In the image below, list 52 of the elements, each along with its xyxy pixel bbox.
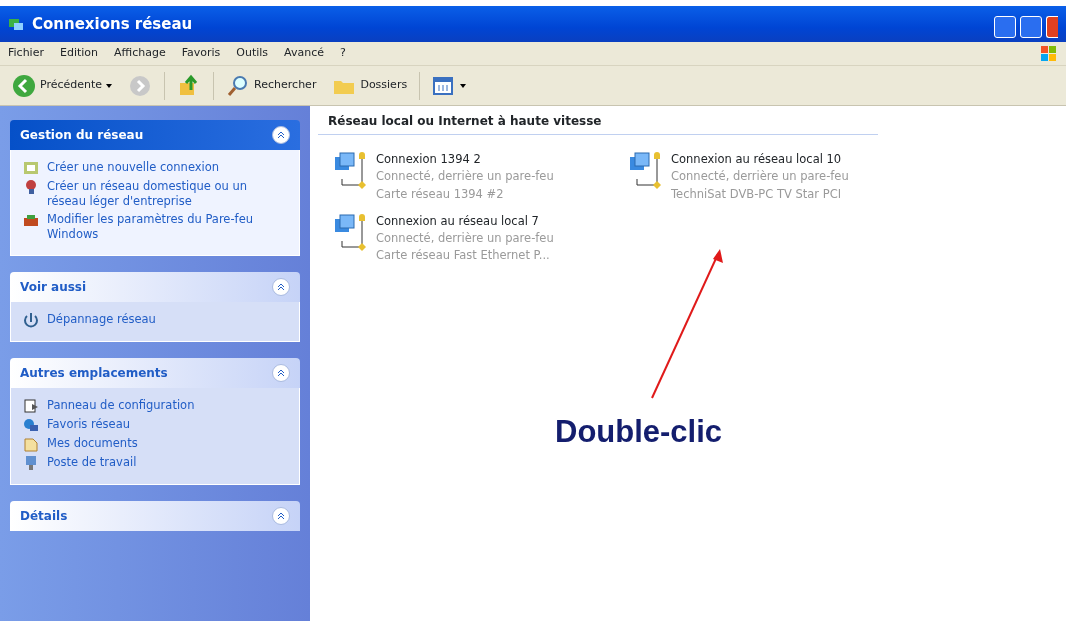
dropdown-caret-icon — [106, 83, 113, 88]
menu-item[interactable]: Favoris — [181, 45, 221, 62]
connection-status: Connecté, derrière un pare-feu — [376, 168, 554, 186]
menu-item[interactable]: Outils — [236, 45, 269, 62]
task-link[interactable]: Panneau de configuration — [47, 398, 195, 414]
documents-icon — [23, 436, 39, 452]
collapse-chevron-icon[interactable] — [272, 126, 290, 144]
task-link[interactable]: Créer une nouvelle connexion — [47, 160, 220, 176]
collapse-chevron-icon[interactable] — [272, 507, 290, 525]
menu-item[interactable]: Fichier — [8, 45, 44, 62]
folders-button[interactable]: Dossiers — [328, 69, 412, 102]
task-link[interactable]: Dépannage réseau — [47, 312, 156, 328]
menu-item[interactable]: Edition — [59, 45, 98, 62]
menu-item[interactable]: Avancé — [284, 45, 324, 62]
minimize-button[interactable] — [994, 16, 1016, 38]
group-heading: Réseau local ou Internet à haute vitesse — [318, 106, 878, 135]
annotation-label: Double-clic — [555, 413, 723, 451]
task-link[interactable]: Favoris réseau — [47, 417, 130, 433]
panel-title[interactable]: Voir aussi — [20, 278, 87, 296]
task-link[interactable]: Poste de travail — [47, 455, 137, 471]
window-title: Connexions réseau — [32, 13, 193, 35]
connection-device: TechniSat DVB-PC TV Star PCI — [671, 185, 843, 203]
panel-title[interactable]: Détails — [20, 507, 68, 525]
dropdown-caret-icon — [460, 83, 467, 88]
collapse-chevron-icon[interactable] — [272, 278, 290, 296]
connection-status: Connecté, derrière un pare-feu — [671, 168, 849, 186]
menu-item[interactable]: Affichage — [114, 45, 166, 62]
back-button[interactable]: Précédente — [8, 69, 117, 102]
collapse-chevron-icon[interactable] — [272, 364, 290, 382]
wizard-icon — [23, 160, 39, 176]
close-button[interactable] — [1046, 16, 1058, 38]
task-link[interactable]: Modifier les paramètres du Pare-feu Windows — [47, 212, 289, 242]
connection-name: Connexion au réseau local 10 — [671, 151, 843, 168]
connection-device: Carte réseau 1394 #2 — [376, 185, 505, 203]
connection-name: Connexion au réseau local 7 — [376, 212, 540, 230]
network-icon — [23, 417, 39, 433]
computer-icon — [23, 455, 39, 471]
connection-status: Connecté, derrière un pare-feu — [376, 230, 554, 247]
network-connection-icon[interactable] — [334, 151, 368, 191]
search-button[interactable]: Rechercher — [222, 69, 321, 102]
task-link[interactable]: Créer un réseau domestique ou un réseau léger d'entreprise — [47, 179, 289, 209]
network-folder-icon — [8, 16, 24, 32]
windows-logo-icon — [1040, 44, 1058, 63]
task-link[interactable]: Mes documents — [47, 436, 138, 452]
network-connection-icon[interactable] — [629, 151, 663, 191]
connection-device: Carte réseau Fast Ethernet P... — [376, 247, 551, 265]
firewall-icon — [23, 212, 39, 228]
connection-name: Connexion 1394 2 — [376, 151, 482, 168]
maximize-button[interactable] — [1020, 16, 1042, 38]
network-connection-icon[interactable] — [334, 212, 368, 253]
menu-item[interactable]: ? — [340, 45, 346, 62]
control-panel-icon — [23, 398, 39, 414]
